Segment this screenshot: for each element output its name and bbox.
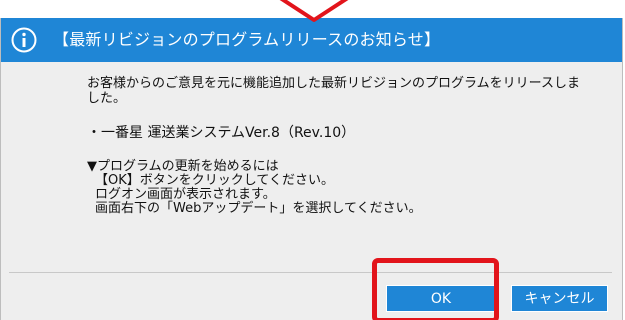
message-line-2: した。 xyxy=(87,91,127,106)
instruction-step-3: 画面右下の「Webアップデート」を選択してください。 xyxy=(95,201,422,216)
product-line: ・一番星 運送業システムVer.8（Rev.10） xyxy=(87,125,356,141)
button-area-divider xyxy=(9,272,612,273)
update-instructions: ▼プログラムの更新を始めるには 【OK】ボタンをクリックしてください。 ログオン… xyxy=(87,160,607,216)
message-line-1: お客様からのご意見を元に機能追加した最新リビジョンのプログラムをリリースしま xyxy=(87,76,580,91)
dialog-title-bar: 【最新リビジョンのプログラムリリースのお知らせ】 xyxy=(1,18,622,62)
release-notice-dialog: 【最新リビジョンのプログラムリリースのお知らせ】 お客様からのご意見を元に機能追… xyxy=(0,18,623,320)
cancel-button[interactable]: キャンセル xyxy=(511,285,608,312)
screenshot-stage: 【最新リビジョンのプログラムリリースのお知らせ】 お客様からのご意見を元に機能追… xyxy=(0,0,625,320)
ok-button[interactable]: OK xyxy=(386,285,496,312)
callout-arrow-icon xyxy=(279,0,349,22)
instruction-heading: ▼プログラムの更新を始めるには xyxy=(87,159,279,174)
info-icon xyxy=(11,27,37,53)
instruction-step-1: 【OK】ボタンをクリックしてください。 xyxy=(95,173,334,188)
instruction-step-2: ログオン画面が表示されます。 xyxy=(95,187,276,202)
dialog-message: お客様からのご意見を元に機能追加した最新リビジョンのプログラムをリリースしま し… xyxy=(87,76,607,216)
dialog-title: 【最新リビジョンのプログラムリリースのお知らせ】 xyxy=(53,30,441,49)
